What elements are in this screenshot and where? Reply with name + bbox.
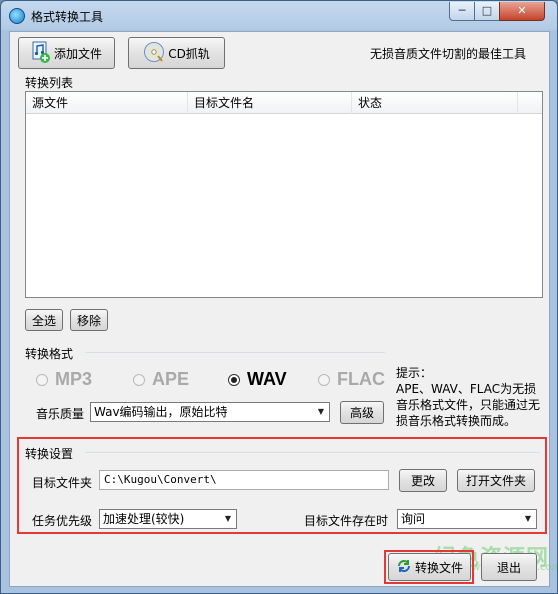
quality-select[interactable]: Wav编码输出，原始比特 ▼ [90,402,330,422]
radio-ape-label: APE [152,369,190,389]
settings-title: 转换设置 [25,447,74,461]
radio-mp3[interactable]: MP3 [36,369,92,390]
select-all-button[interactable]: 全选 [25,309,63,331]
convert-list-title: 转换列表 [25,76,74,90]
cd-icon [143,41,165,66]
radio-wav-label: WAV [247,369,287,389]
priority-value: 加速处理(较快) [103,512,185,526]
column-target-name[interactable]: 目标文件名 [188,92,352,114]
remove-button[interactable]: 移除 [70,309,108,331]
app-window: 格式转换工具 ─ □ ✕ 添加文件 CD抓轨 无损音质文件切割的最佳工具 转换列… [0,0,558,594]
exists-select[interactable]: 询问 ▼ [397,509,537,529]
chevron-down-icon: ▼ [224,514,232,523]
client-area: 添加文件 CD抓轨 无损音质文件切割的最佳工具 转换列表 源文件 目标文件名 状… [9,31,557,587]
chevron-down-icon: ▼ [524,514,532,523]
chevron-down-icon: ▼ [317,407,325,416]
quality-label: 音乐质量 [36,407,85,421]
app-icon [9,8,25,24]
slogan-text: 无损音质文件切割的最佳工具 [370,47,527,61]
hint-title: 提示： [396,366,433,380]
settings-divider [85,452,540,453]
radio-flac[interactable]: FLAC [318,369,385,390]
convert-label: 转换文件 [414,560,463,575]
radio-ape[interactable]: APE [133,369,189,390]
exit-button[interactable]: 退出 [481,553,537,581]
target-folder-label: 目标文件夹 [32,476,93,490]
quality-value: Wav编码输出，原始比特 [94,405,228,419]
cd-rip-button[interactable]: CD抓轨 [128,37,225,69]
hint-text: APE、WAV、FLAC为无损音乐格式文件，只能通过无损音乐格式转换而成。 [396,382,541,428]
exists-value: 询问 [401,512,426,526]
add-file-label: 添加文件 [53,46,102,61]
radio-ape-dot [133,373,145,386]
radio-wav-dot [228,373,240,386]
convert-list[interactable]: 源文件 目标文件名 状态 [25,91,543,298]
radio-wav[interactable]: WAV [228,369,287,390]
format-title: 转换格式 [25,347,74,361]
change-button[interactable]: 更改 [399,469,447,492]
minimize-button[interactable]: ─ [449,2,475,21]
advanced-button[interactable]: 高级 [340,401,384,424]
title-bar[interactable]: 格式转换工具 ─ □ ✕ [1,1,557,31]
column-status[interactable]: 状态 [352,92,518,114]
radio-mp3-label: MP3 [55,369,93,389]
music-file-add-icon [31,41,51,66]
priority-select[interactable]: 加速处理(较快) ▼ [99,509,237,529]
list-header: 源文件 目标文件名 状态 [26,92,542,114]
radio-mp3-dot [36,373,48,386]
convert-button[interactable]: 转换文件 [388,553,471,581]
column-source[interactable]: 源文件 [26,92,188,114]
format-divider [85,352,385,353]
open-folder-button[interactable]: 打开文件夹 [457,469,535,492]
convert-icon [396,558,412,577]
maximize-button[interactable]: □ [474,2,500,21]
add-file-button[interactable]: 添加文件 [18,37,115,69]
window-title: 格式转换工具 [31,10,104,24]
format-hint: 提示： APE、WAV、FLAC为无损音乐格式文件，只能通过无损音乐格式转换而成… [396,365,544,429]
radio-flac-dot [318,373,330,386]
cd-rip-label: CD抓轨 [168,46,210,61]
radio-flac-label: FLAC [337,369,385,389]
close-button[interactable]: ✕ [499,2,545,21]
target-folder-input[interactable]: C:\Kugou\Convert\ [99,470,389,490]
priority-label: 任务优先级 [32,514,93,528]
exists-label: 目标文件存在时 [304,514,389,528]
